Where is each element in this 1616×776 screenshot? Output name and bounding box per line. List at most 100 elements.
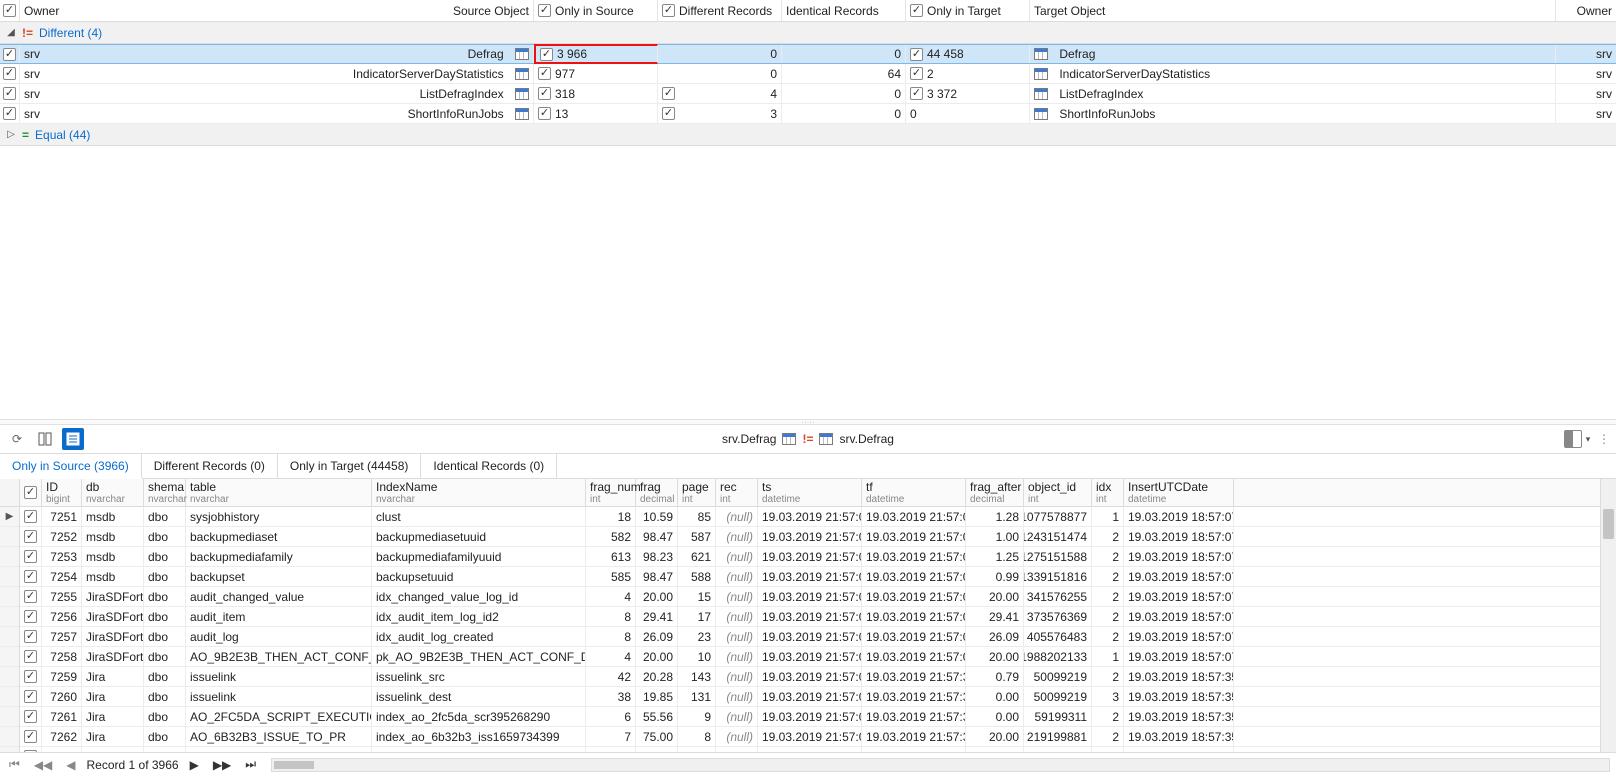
row-check[interactable] [24,530,37,543]
col-header-object_id[interactable]: object_idint [1024,479,1092,506]
cell-chk [20,527,42,546]
row-check[interactable] [24,730,37,743]
dropdown-icon[interactable]: ▾ [1584,434,1592,445]
col-header-chk[interactable] [20,479,42,506]
table-row[interactable]: 7257JiraSDFortisdboaudit_logidx_audit_lo… [20,627,1600,647]
row-check[interactable] [24,690,37,703]
row-check[interactable] [3,67,16,80]
sub-tab[interactable]: Identical Records (0) [421,454,557,478]
row-check[interactable] [24,590,37,603]
compare-row[interactable]: srvListDefragIndex 318403 372 ListDefrag… [0,84,1616,104]
compare-row[interactable]: srvDefrag 3 9660044 458 Defragsrv [0,44,1616,64]
col-header-frag_after[interactable]: frag_afterdecimal [966,479,1024,506]
diff-check[interactable] [662,87,675,100]
row-check[interactable] [24,670,37,683]
col-source-object: Source Object [453,4,529,18]
row-check[interactable] [24,630,37,643]
row-check[interactable] [24,610,37,623]
compare-row[interactable]: srvShortInfoRunJobs 13300 ShortInfoRunJo… [0,104,1616,124]
col-header-ts[interactable]: tsdatetime [758,479,862,506]
col-header-frag[interactable]: fragdecimal [636,479,678,506]
sub-tab[interactable]: Only in Source (3966) [0,454,142,479]
columns-view-button[interactable] [34,428,56,450]
cell-rec: (null) [716,587,758,606]
diff-check[interactable] [662,107,675,120]
filter-only-in-target-check[interactable] [910,4,923,17]
only-tgt-check[interactable] [910,87,923,100]
nav-prev-page-button[interactable]: ◀◀ [31,758,55,772]
table-row[interactable]: 7255JiraSDFortisdboaudit_changed_valueid… [20,587,1600,607]
owner-cell: srv [24,47,64,61]
sub-tab[interactable]: Different Records (0) [142,454,278,478]
refresh-button[interactable]: ⟳ [6,428,28,450]
table-row[interactable]: 7253msdbdbobackupmediafamilybackupmediaf… [20,547,1600,567]
cell-ts: 19.03.2019 21:57:07 [758,607,862,626]
vertical-scrollbar[interactable] [1600,479,1616,752]
list-view-button[interactable] [62,428,84,450]
only-tgt-count: 3 372 [927,87,957,101]
col-header-rec[interactable]: recint [716,479,758,506]
cell-frag_after: 20.00 [966,587,1024,606]
col-header-shema[interactable]: shemanvarchar [144,479,186,506]
data-grid[interactable]: IDbigintdbnvarcharshemanvarchartablenvar… [20,479,1600,752]
horizontal-scrollbar[interactable] [271,758,1610,772]
header-check-all[interactable] [3,4,16,17]
sub-tab[interactable]: Only in Target (44458) [278,454,422,478]
only-tgt-check[interactable] [910,48,923,61]
col-header-tf[interactable]: tfdatetime [862,479,966,506]
more-button[interactable]: ⋮ [1598,432,1610,446]
only-src-check[interactable] [540,48,553,61]
layout-toggle-button[interactable] [1564,430,1582,448]
col-header-idx[interactable]: idxint [1092,479,1124,506]
col-header-IndexName[interactable]: IndexNamenvarchar [372,479,586,506]
row-check[interactable] [24,550,37,563]
row-check[interactable] [24,570,37,583]
row-check[interactable] [3,107,16,120]
only-tgt-check[interactable] [910,67,923,80]
row-check[interactable] [3,48,16,61]
row-check[interactable] [24,510,37,523]
group-equal[interactable]: ▷ = Equal (44) [0,124,1616,146]
nav-next-button[interactable]: ▶ [187,758,202,772]
source-object-cell: Defrag [468,47,504,61]
only-src-check[interactable] [538,87,551,100]
table-row[interactable]: 7251msdbdbosysjobhistoryclust1810.5985(n… [20,507,1600,527]
col-header-table[interactable]: tablenvarchar [186,479,372,506]
cell-idx: 2 [1092,607,1124,626]
only-src-check[interactable] [538,67,551,80]
cell-ID: 7258 [42,647,82,666]
col-header-page[interactable]: pageint [678,479,716,506]
col-header-InsertUTCDate[interactable]: InsertUTCDatedatetime [1124,479,1234,506]
row-check[interactable] [24,710,37,723]
owner-cell: srv [24,67,64,81]
filter-only-in-source-check[interactable] [538,4,551,17]
grid-check-all[interactable] [24,486,37,499]
cell-shema: dbo [144,567,186,586]
table-row[interactable]: 7259Jiradboissuelinkissuelink_src4220.28… [20,667,1600,687]
nav-prev-button[interactable]: ◀ [63,758,78,772]
row-check[interactable] [3,87,16,100]
filter-different-check[interactable] [662,4,675,17]
cell-table: AO_2FC5DA_SCRIPT_EXECUTION [186,707,372,726]
table-row[interactable]: 7258JiraSDFortisdboAO_9B2E3B_THEN_ACT_CO… [20,647,1600,667]
col-header-frag_num[interactable]: frag_numint [586,479,636,506]
row-check[interactable] [24,650,37,663]
compare-row[interactable]: srvIndicatorServerDayStatistics 9770642 … [0,64,1616,84]
only-src-count: 977 [555,67,575,81]
table-row[interactable]: 7256JiraSDFortisdboaudit_itemidx_audit_i… [20,607,1600,627]
only-src-check[interactable] [538,107,551,120]
col-header-ID[interactable]: IDbigint [42,479,82,506]
group-different[interactable]: ◢ != Different (4) [0,22,1616,44]
nav-next-page-button[interactable]: ▶▶ [210,758,234,772]
col-header-db[interactable]: dbnvarchar [82,479,144,506]
nav-first-button[interactable]: ⏮ [6,757,23,772]
cell-InsertUTCDate: 19.03.2019 18:57:07 [1124,567,1234,586]
cell-InsertUTCDate: 19.03.2019 18:57:07 [1124,587,1234,606]
table-row[interactable]: 7261JiradboAO_2FC5DA_SCRIPT_EXECUTIONind… [20,707,1600,727]
table-row[interactable]: 7262JiradboAO_6B32B3_ISSUE_TO_PRindex_ao… [20,727,1600,747]
table-row[interactable]: 7260Jiradboissuelinkissuelink_dest3819.8… [20,687,1600,707]
table-row[interactable]: 7254msdbdbobackupsetbackupsetuuid58598.4… [20,567,1600,587]
nav-last-button[interactable]: ⏭ [242,757,259,772]
cell-tf: 19.03.2019 21:57:07 [862,647,966,666]
table-row[interactable]: 7252msdbdbobackupmediasetbackupmediasetu… [20,527,1600,547]
